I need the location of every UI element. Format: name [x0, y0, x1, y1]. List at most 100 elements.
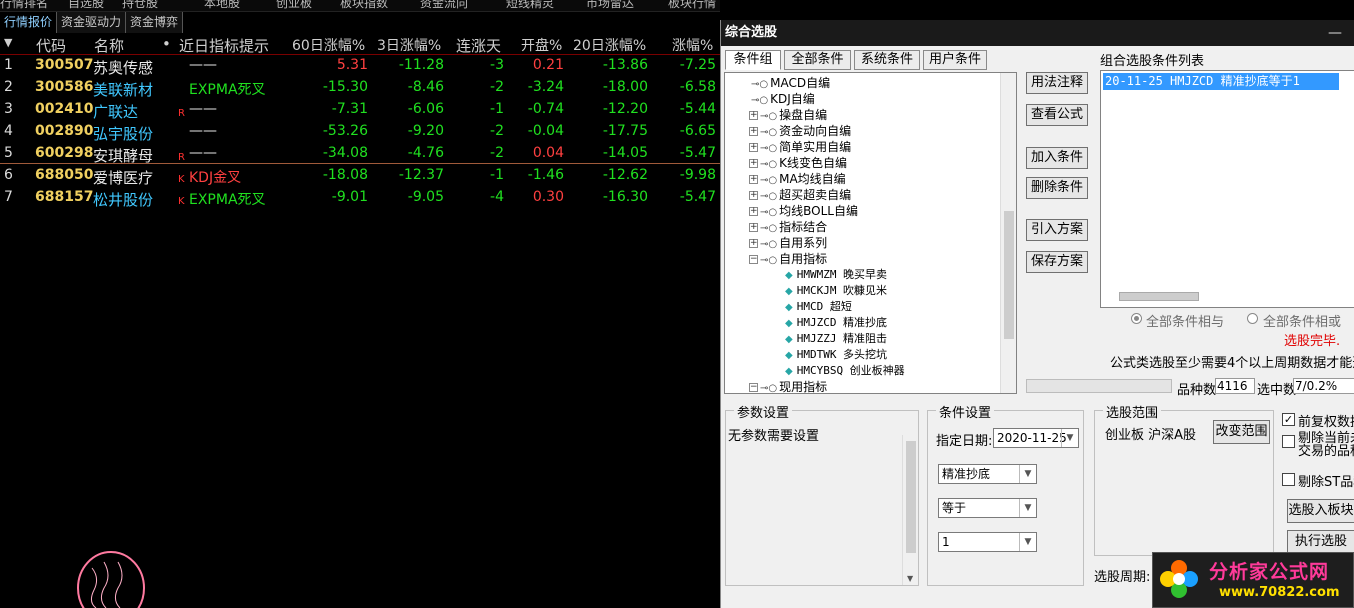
collapse-icon[interactable]: − [749, 383, 758, 392]
horizontal-scroll-thumb[interactable] [1119, 292, 1199, 301]
top-menu-item[interactable]: 创业板 [276, 0, 312, 11]
tab-all-conditions[interactable]: 全部条件 [784, 50, 851, 70]
table-row[interactable]: 3 002410 广联达 R —— -7.31 -6.06 -1 -0.74 -12.20 -5.4… [0, 99, 720, 121]
expand-icon[interactable]: + [749, 207, 758, 216]
tree-node[interactable]: ◆ HMCKJM 吹糠见米 [785, 282, 887, 298]
tree-node[interactable]: + ⊸○ 超买超卖自编 [749, 186, 851, 203]
radio-and-label: 全部条件相与 [1146, 315, 1225, 330]
col-3d[interactable]: 3日涨幅% [377, 35, 441, 55]
change-range-button[interactable]: 改变范围 [1213, 420, 1270, 444]
stock-code: 300586 [35, 79, 94, 95]
dialog-title: 综合选股 [721, 20, 1354, 46]
col-open[interactable]: 开盘% [521, 35, 562, 55]
tree-node[interactable]: ◆ HMWMZM 晚买早卖 [785, 266, 887, 282]
row-mark: R [178, 152, 185, 163]
key-icon: ⊸○ [760, 223, 778, 234]
tab-condition-group[interactable]: 条件组 [725, 50, 781, 70]
delete-condition-button[interactable]: 删除条件 [1026, 177, 1088, 199]
col-indicator-tip[interactable]: 近日指标提示 [179, 35, 269, 56]
checkbox-exclude-untraded[interactable] [1282, 435, 1295, 448]
tree-node-label: HMDTWK 多头挖坑 [796, 348, 888, 361]
expand-icon[interactable]: + [749, 159, 758, 168]
table-row[interactable]: 2 300586 美联新材 EXPMA死叉 -15.30 -8.46 -2 -3.24 -18.… [0, 77, 720, 99]
top-menu-item[interactable]: 短线精灵 [506, 0, 554, 11]
expand-icon[interactable]: + [749, 239, 758, 248]
date-picker[interactable]: 2020-11-25 ▼ [993, 428, 1079, 448]
col-20d[interactable]: 20日涨幅% [573, 35, 646, 55]
import-scheme-button[interactable]: 引入方案 [1026, 219, 1088, 241]
tree-node[interactable]: − ⊸○ 自用指标 [749, 250, 827, 267]
usage-note-button[interactable]: 用法注释 [1026, 72, 1088, 94]
tree-node[interactable]: + ⊸○ 资金动向自编 [749, 122, 851, 139]
top-menu-item[interactable]: 板块行情 [668, 0, 716, 11]
checkbox-exclude-st[interactable] [1282, 473, 1295, 486]
tab-quotes[interactable]: 行情报价 [0, 12, 58, 33]
tab-user-conditions[interactable]: 用户条件 [923, 50, 987, 70]
tree-node[interactable]: − ⊸○ 现用指标 [749, 378, 827, 393]
tree-node[interactable]: + ⊸○ 指标结合 [749, 218, 827, 235]
add-condition-button[interactable]: 加入条件 [1026, 147, 1088, 169]
top-menu-item[interactable]: 持仓股 [122, 0, 158, 11]
top-menu-item[interactable]: 行情排名 [0, 0, 48, 11]
tab-system-conditions[interactable]: 系统条件 [854, 50, 920, 70]
condition-list[interactable]: 20-11-25 HMJZCD 精准抄底等于1 [1100, 70, 1354, 308]
checkbox-forward-adjust[interactable]: ✓ [1282, 413, 1295, 426]
list-item[interactable]: 20-11-25 HMJZCD 精准抄底等于1 [1103, 73, 1339, 90]
tree-node[interactable]: ⊸○ MACD自编 [751, 74, 830, 91]
top-menu-item[interactable]: 自选股 [68, 0, 104, 11]
col-name[interactable]: 名称 [94, 35, 124, 56]
value-select[interactable]: 1 ▼ [938, 532, 1037, 552]
expand-icon[interactable]: + [749, 175, 758, 184]
tree-node[interactable]: + ⊸○ 操盘自编 [749, 106, 827, 123]
table-row[interactable]: 5 600298 安琪酵母 R —— -34.08 -4.76 -2 0.04 -14.05 -5.… [0, 143, 720, 165]
radio-or[interactable] [1247, 313, 1258, 324]
radio-and[interactable] [1131, 313, 1142, 324]
tree-node[interactable]: ◆ HMCYBSQ 创业板神器 [785, 362, 905, 378]
tree-node[interactable]: + ⊸○ K线变色自编 [749, 154, 847, 171]
tree-node[interactable]: ◆ HMJZZJ 精准阻击 [785, 330, 887, 346]
top-menu-item[interactable]: 本地股 [204, 0, 240, 11]
table-row[interactable]: 6 688050 爱博医疗 K KDJ金叉 -18.08 -12.37 -1 -1.46 -12.… [0, 165, 720, 187]
col-60d[interactable]: 60日涨幅% [292, 35, 365, 55]
expand-icon[interactable]: + [749, 143, 758, 152]
view-formula-button[interactable]: 查看公式 [1026, 104, 1088, 126]
table-row[interactable]: 7 688157 松井股份 K EXPMA死叉 -9.01 -9.05 -4 0.30 -16.3… [0, 187, 720, 209]
tree-node[interactable]: ◆ HMJZCD 精准抄底 [785, 314, 887, 330]
top-menu-item[interactable]: 资金流向 [420, 0, 468, 11]
execute-button[interactable]: 执行选股 [1287, 530, 1354, 554]
expand-icon[interactable]: + [749, 111, 758, 120]
operator-select[interactable]: 等于 ▼ [938, 498, 1037, 518]
col-code[interactable]: 代码 [36, 35, 66, 56]
expand-icon[interactable]: + [749, 127, 758, 136]
table-row[interactable]: 4 002890 弘宇股份 —— -53.26 -9.20 -2 -0.04 -17.75 -6.… [0, 121, 720, 143]
save-scheme-button[interactable]: 保存方案 [1026, 251, 1088, 273]
expand-icon[interactable]: + [749, 191, 758, 200]
tree-node[interactable]: + ⊸○ 均线BOLL自编 [749, 202, 858, 219]
col-up-days[interactable]: 连涨天 [456, 35, 501, 56]
param-scrollbar[interactable]: ▼ [902, 435, 918, 585]
tab-fund-game[interactable]: 资金博弈 [126, 12, 184, 33]
top-menu-item[interactable]: 板块指数 [340, 0, 388, 11]
tree-scrollbar[interactable] [1000, 73, 1016, 393]
top-menu-item[interactable]: 市场雷达 [586, 0, 634, 11]
collapse-icon[interactable]: − [749, 255, 758, 264]
tree-node[interactable]: + ⊸○ 简单实用自编 [749, 138, 851, 155]
tree-node[interactable]: ⊸○ KDJ自编 [751, 90, 815, 107]
expand-icon[interactable]: + [749, 223, 758, 232]
table-row[interactable]: 1 300507 苏奥传感 —— 5.31 -11.28 -3 0.21 -13.86 -7.25 [0, 55, 720, 77]
tree-node[interactable]: + ⊸○ 自用系列 [749, 234, 827, 251]
tree-node[interactable]: + ⊸○ MA均线自编 [749, 170, 846, 187]
indicator-select[interactable]: 精准抄底 ▼ [938, 464, 1037, 484]
tree-node[interactable]: ◆ HMDTWK 多头挖坑 [785, 346, 887, 362]
minimize-icon[interactable]: — [1328, 25, 1342, 41]
sort-arrow-icon[interactable]: ▼ [4, 36, 12, 49]
cell-open: 0.30 [532, 189, 564, 205]
watermark-title: 分析家公式网 [1209, 561, 1330, 583]
scroll-thumb[interactable] [1004, 211, 1014, 339]
condition-tree[interactable]: ⊸○ MACD自编 ⊸○ KDJ自编 + ⊸○ 操盘自编 + ⊸○ 资金动向自编 + ⊸○ 简单实用自编… [724, 72, 1017, 394]
tab-fund-drive[interactable]: 资金驱动力 [57, 12, 127, 33]
tree-node[interactable]: ◆ HMCD 超短 [785, 298, 852, 314]
add-to-block-button[interactable]: 选股入板块 [1287, 499, 1354, 523]
param-title: 参数设置 [734, 402, 793, 421]
col-change[interactable]: 涨幅% [672, 35, 713, 55]
